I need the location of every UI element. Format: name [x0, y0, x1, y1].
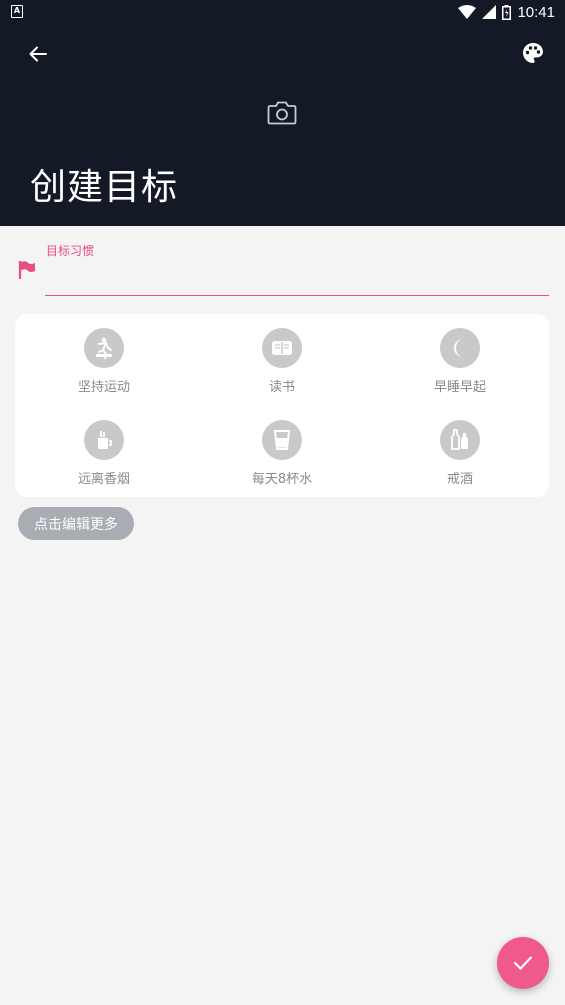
- book-icon: [272, 341, 292, 355]
- habit-item-no-alcohol[interactable]: 戒酒: [371, 406, 549, 496]
- habit-item-no-smoking[interactable]: 远离香烟: [15, 406, 193, 496]
- goal-habit-input[interactable]: [45, 260, 549, 296]
- bottles-icon: [451, 429, 468, 450]
- moon-icon: [454, 339, 463, 357]
- habit-label: 读书: [268, 380, 295, 395]
- camera-button[interactable]: [262, 96, 302, 130]
- status-icons: 10:41: [458, 2, 555, 22]
- habit-label: 早睡早起: [433, 380, 486, 395]
- wifi-icon: [458, 5, 477, 19]
- water-glass-icon: [273, 430, 291, 450]
- flag-icon: [18, 261, 35, 279]
- status-time: 10:41: [517, 3, 555, 21]
- palette-button[interactable]: [515, 36, 551, 70]
- check-icon: [513, 956, 533, 970]
- habit-label: 远离香烟: [77, 472, 130, 487]
- status-bar: A 10:41: [0, 0, 565, 24]
- habit-label: 戒酒: [446, 472, 473, 487]
- exercise-icon: [96, 337, 112, 359]
- camera-icon: [267, 101, 297, 125]
- notification-app-icon: A: [11, 5, 23, 18]
- goal-field-label: 目标习惯: [46, 244, 95, 258]
- back-button[interactable]: [20, 38, 56, 70]
- habit-suggestions-card: 坚持运动 读书 早睡早起 远离香烟 每天8杯水 戒酒: [15, 314, 549, 497]
- habit-item-early-sleep[interactable]: 早睡早起: [371, 314, 549, 404]
- arrow-left-icon: [29, 46, 47, 62]
- page-title: 创建目标: [30, 167, 179, 208]
- no-smoking-icon: [98, 431, 112, 449]
- habit-label: 每天8杯水: [251, 472, 313, 487]
- palette-icon: [523, 43, 543, 63]
- confirm-fab[interactable]: [497, 937, 549, 989]
- habit-label: 坚持运动: [77, 380, 130, 395]
- signal-icon: [482, 5, 497, 19]
- habit-item-exercise[interactable]: 坚持运动: [15, 314, 193, 404]
- goal-field-group: 目标习惯: [0, 226, 565, 306]
- battery-icon: [502, 4, 512, 20]
- habit-item-reading[interactable]: 读书: [193, 314, 371, 404]
- header: 创建目标: [0, 24, 565, 226]
- habit-item-water[interactable]: 每天8杯水: [193, 406, 371, 496]
- edit-more-button[interactable]: 点击编辑更多: [18, 507, 134, 540]
